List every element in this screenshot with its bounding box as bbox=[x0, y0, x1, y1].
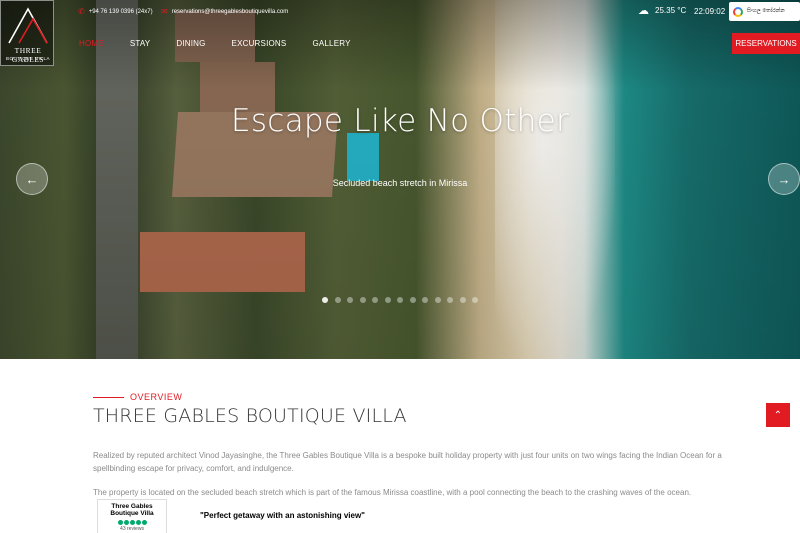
clock: 22:09:02 bbox=[694, 7, 726, 16]
phone-text[interactable]: +94 76 139 0396 (24x7) bbox=[89, 9, 153, 15]
logo-brand-name: THREE GABLES bbox=[11, 46, 45, 64]
email-text[interactable]: reservations@threegablesboutiquevilla.co… bbox=[172, 9, 289, 15]
back-to-top-button[interactable]: ⌃ bbox=[766, 403, 790, 427]
overview-title: THREE GABLES BOUTIQUE VILLA bbox=[93, 405, 407, 427]
nav-item-excursions[interactable]: EXCURSIONS bbox=[232, 39, 287, 48]
slider-next-button[interactable]: → bbox=[768, 163, 800, 195]
temperature-text: 25.35 °C bbox=[655, 6, 687, 15]
review-quote[interactable]: "Perfect getaway with an astonishing vie… bbox=[200, 511, 365, 520]
slider-prev-button[interactable]: ← bbox=[16, 163, 48, 195]
nav-item-stay[interactable]: STAY bbox=[130, 39, 151, 48]
overview-label: OVERVIEW bbox=[130, 392, 183, 402]
rating-bubble-icon bbox=[135, 520, 141, 525]
hero-headline: Escape Like No Other bbox=[230, 103, 570, 139]
arrow-right-icon: → bbox=[777, 171, 791, 187]
slider-dot[interactable] bbox=[447, 297, 453, 303]
tripadvisor-widget[interactable]: Three Gables Boutique Villa 43 reviews bbox=[97, 499, 167, 533]
slider-dot[interactable] bbox=[422, 297, 428, 303]
rating-bubble-icon bbox=[117, 520, 123, 525]
slider-dot[interactable] bbox=[372, 297, 378, 303]
contact-email[interactable]: ✉ reservations@threegablesboutiquevilla.… bbox=[161, 8, 288, 16]
google-translate-select[interactable]: සිංහල තෝරන්න bbox=[729, 2, 800, 21]
overview-rule bbox=[93, 397, 124, 398]
slider-dot[interactable] bbox=[322, 297, 328, 303]
envelope-icon: ✉ bbox=[161, 7, 168, 16]
slider-dot[interactable] bbox=[472, 297, 478, 303]
main-nav: HOME STAY DINING EXCURSIONS GALLERY bbox=[79, 39, 377, 48]
google-icon bbox=[733, 6, 743, 17]
logo-brand-subtitle: BOUTIQUE VILLA bbox=[5, 56, 50, 61]
contact-phone[interactable]: ✆ +94 76 139 0396 (24x7) bbox=[78, 8, 153, 16]
slider-dot[interactable] bbox=[459, 297, 466, 303]
slider-dot[interactable] bbox=[347, 297, 353, 303]
nav-item-home[interactable]: HOME bbox=[79, 39, 104, 48]
slider-dot[interactable] bbox=[397, 297, 403, 303]
hero-subline: Secluded beach stretch in Mirissa bbox=[332, 178, 468, 188]
rating-bubble-icon bbox=[141, 520, 147, 525]
chevron-up-icon: ⌃ bbox=[773, 409, 783, 421]
slider-dot[interactable] bbox=[409, 297, 416, 303]
rating-bubble-icon bbox=[123, 520, 129, 525]
nav-item-dining[interactable]: DINING bbox=[176, 39, 205, 48]
slider-dot[interactable] bbox=[434, 297, 441, 303]
slider-dot[interactable] bbox=[334, 297, 341, 303]
rating-bubble-icon bbox=[129, 520, 135, 525]
review-property-name[interactable]: Three Gables Boutique Villa bbox=[98, 503, 166, 517]
reservations-button[interactable]: RESERVATIONS bbox=[732, 33, 800, 54]
nav-item-gallery[interactable]: GALLERY bbox=[312, 39, 350, 48]
site-logo[interactable]: THREE GABLES BOUTIQUE VILLA bbox=[0, 0, 54, 66]
phone-icon: ✆ bbox=[78, 7, 85, 16]
rating-bubbles bbox=[98, 520, 166, 525]
slider-dot[interactable] bbox=[359, 297, 366, 303]
arrow-left-icon: ← bbox=[25, 171, 39, 187]
review-count[interactable]: 43 reviews bbox=[98, 526, 166, 532]
slider-dot[interactable] bbox=[384, 297, 391, 303]
cloud-moon-icon: ☁ bbox=[638, 5, 649, 17]
overview-paragraph-2: The property is located on the secluded … bbox=[93, 488, 692, 497]
weather-widget: ☁ 25.35 °C bbox=[638, 4, 686, 17]
gable-logo-icon bbox=[8, 7, 48, 44]
translate-label: සිංහල තෝරන්න bbox=[747, 8, 785, 14]
slider-pagination bbox=[322, 297, 478, 303]
overview-paragraph-1: Realized by reputed architect Vinod Jaya… bbox=[93, 451, 722, 473]
